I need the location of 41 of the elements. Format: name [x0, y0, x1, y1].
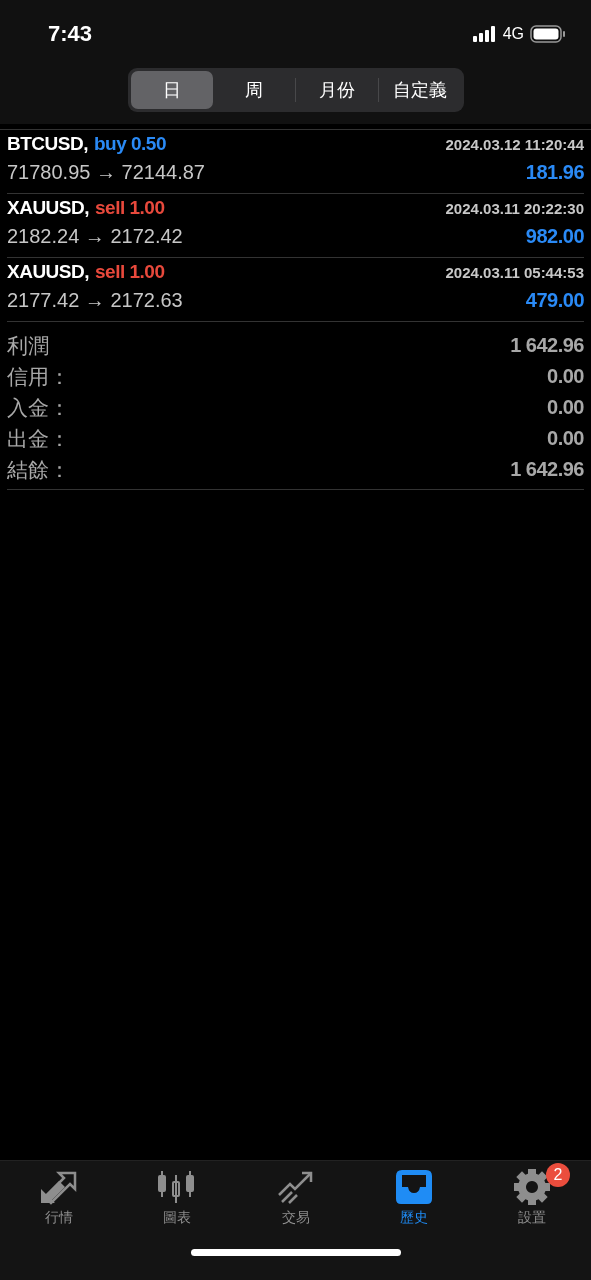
nav-tab[interactable]: 2 設置: [472, 1161, 591, 1227]
period-tab[interactable]: 周: [212, 71, 295, 109]
deal-action: buy 0.50: [93, 133, 166, 155]
nav-tab[interactable]: 交易: [236, 1161, 355, 1227]
period-tab[interactable]: 自定義: [378, 71, 461, 109]
deal-symbol: BTCUSD,: [7, 133, 88, 155]
battery-icon: [530, 25, 566, 43]
settings-icon: [511, 1169, 552, 1205]
deal-profit: 181.96: [525, 161, 584, 184]
deal-action: sell 1.00: [95, 197, 165, 219]
deal-symbol: XAUUSD,: [7, 197, 89, 219]
deal-prices: 2182.24 → 2172.42: [7, 225, 183, 248]
summary-value: 0.00: [547, 365, 584, 388]
summary-value: 1 642.96: [510, 334, 584, 357]
deal-time: 2024.03.12 11:20:44: [445, 136, 584, 153]
network-label: 4G: [502, 25, 524, 43]
notification-badge: 2: [545, 1163, 570, 1187]
nav-tab[interactable]: 行情: [0, 1161, 119, 1227]
summary-value: 1 642.96: [510, 458, 584, 481]
deal-symbol: XAUUSD,: [7, 261, 89, 283]
deal-profit: 982.00: [525, 225, 584, 248]
summary-label: 入金：: [7, 394, 70, 421]
summary-label: 出金：: [7, 425, 70, 452]
nav-tab[interactable]: 圖表: [118, 1161, 237, 1227]
summary-value: 0.00: [547, 396, 584, 419]
period-tab[interactable]: 日: [130, 71, 213, 109]
status-time: 7:43: [48, 21, 93, 47]
deal-profit: 479.00: [525, 289, 584, 312]
signal-icon: [472, 26, 497, 42]
deal-action: sell 1.00: [95, 261, 165, 283]
deal-time: 2024.03.11 05:44:53: [445, 264, 584, 281]
nav-tab[interactable]: 歷史: [354, 1161, 473, 1227]
deal-prices: 71780.95 → 72144.87: [7, 161, 205, 184]
summary-label: 信用：: [7, 363, 70, 390]
deal-prices: 2177.42 → 2172.63: [7, 289, 183, 312]
deal-time: 2024.03.11 20:22:30: [445, 200, 584, 217]
inbox-icon: [393, 1169, 434, 1205]
summary-value: 0.00: [547, 427, 584, 450]
summary-label: 結餘：: [7, 456, 70, 483]
period-tab[interactable]: 月份: [295, 71, 378, 109]
summary-label: 利潤: [7, 332, 49, 359]
